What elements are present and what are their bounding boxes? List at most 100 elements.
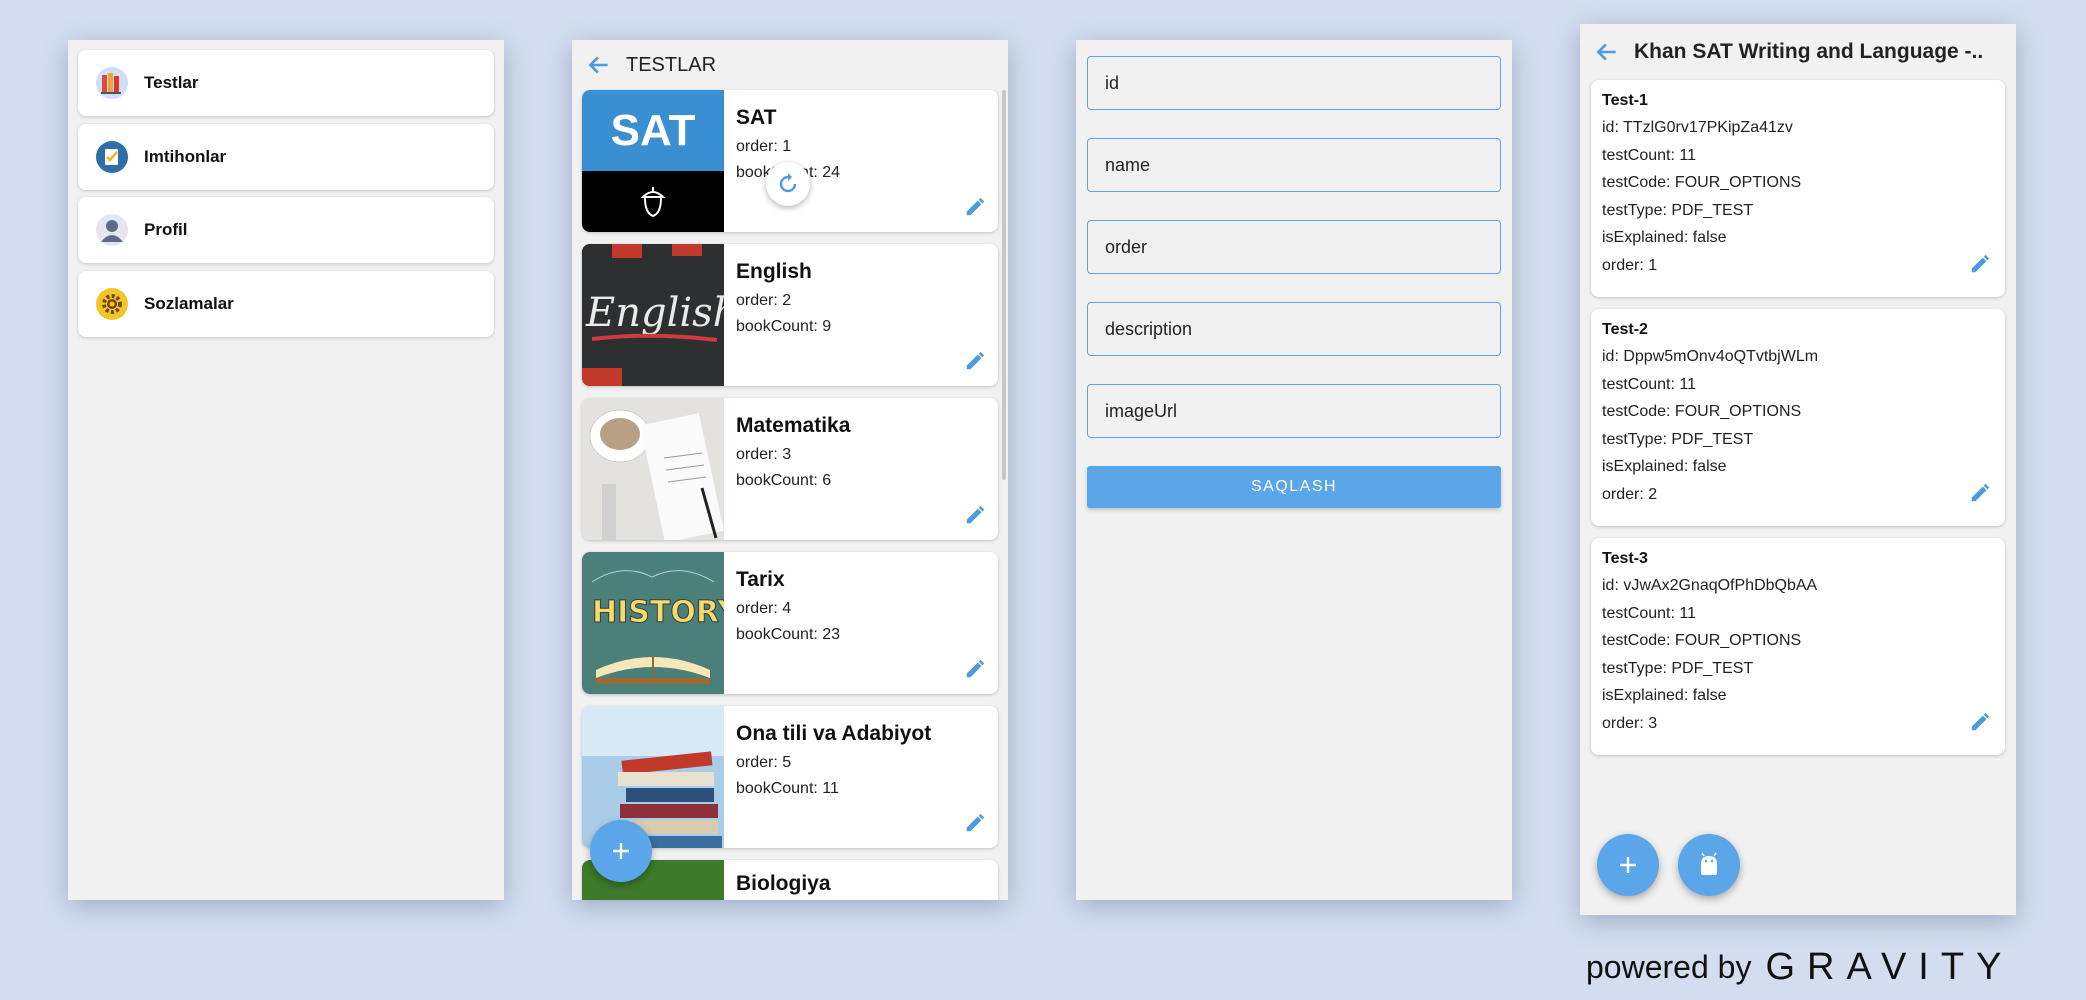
card-image: SAT — [582, 90, 724, 232]
category-card[interactable]: SAT SAT order: 1 bookCount: 24 — [582, 90, 998, 232]
testlar-screen: TESTLAR SAT SAT order: 1 bookCount: 24 — [572, 40, 1008, 900]
card-title: English — [736, 260, 812, 283]
svg-text:HISTORY: HISTORY — [592, 595, 724, 630]
test-order: order: 2 — [1602, 485, 1658, 503]
edit-pencil-icon[interactable] — [1969, 482, 1991, 504]
test-code: testCode: FOUR_OPTIONS — [1602, 403, 1802, 420]
menu-item-profil[interactable]: Profil — [78, 197, 494, 263]
test-card[interactable]: Test-1 id: TTzlG0rv17PKipZa41zv testCoun… — [1591, 80, 2005, 297]
name-field[interactable] — [1087, 138, 1501, 192]
acorn-icon — [640, 186, 666, 217]
edit-pencil-icon[interactable] — [1969, 253, 1991, 275]
app-bar: Khan SAT Writing and Language -.. — [1580, 24, 2016, 80]
card-title: Biologiya — [736, 872, 831, 895]
card-image: HISTORY — [582, 552, 724, 694]
test-id: id: TTzlG0rv17PKipZa41zv — [1602, 119, 1793, 136]
test-type: testType: PDF_TEST — [1602, 201, 1754, 219]
powered-by-label: powered by — [1586, 949, 1752, 985]
description-field[interactable] — [1087, 302, 1501, 356]
category-card[interactable]: English English order: 2 bookCount: 9 — [582, 244, 998, 386]
menu-label: Profil — [144, 220, 188, 239]
back-arrow-icon[interactable] — [1594, 39, 1620, 65]
app-bar: TESTLAR — [572, 40, 1008, 90]
android-button[interactable] — [1678, 834, 1740, 896]
category-list: SAT SAT order: 1 bookCount: 24 Engli — [572, 90, 1008, 900]
test-name: Test-2 — [1602, 321, 1648, 338]
card-book-count: bookCount: 6 — [736, 472, 832, 489]
test-id: id: Dppw5mOnv4oQTvtbjWLm — [1602, 348, 1819, 365]
test-count: testCount: 11 — [1602, 604, 1696, 622]
sat-logo-text: SAT — [610, 105, 696, 155]
svg-text:English: English — [585, 290, 724, 336]
android-icon — [1701, 852, 1717, 875]
test-name: Test-1 — [1602, 92, 1648, 109]
page-title: TESTLAR — [626, 53, 717, 76]
category-card[interactable]: Ona tili va Adabiyot order: 5 bookCount:… — [582, 706, 998, 848]
test-code: testCode: FOUR_OPTIONS — [1602, 174, 1802, 191]
powered-by-branding: powered by GRAVITY — [1586, 946, 2013, 989]
category-card[interactable]: Matematika order: 3 bookCount: 6 — [582, 398, 998, 540]
test-order: order: 1 — [1602, 256, 1658, 274]
menu-list: Testlar Imtihonlar Profil Sozlamalar — [68, 40, 504, 354]
gear-icon — [96, 287, 128, 320]
test-explained: isExplained: false — [1602, 458, 1727, 475]
plus-icon — [1620, 857, 1636, 873]
card-order: order: 4 — [736, 600, 792, 617]
test-count: testCount: 11 — [1602, 146, 1696, 164]
add-category-form-screen: SAQLASH — [1076, 40, 1512, 900]
test-explained: isExplained: false — [1602, 229, 1727, 246]
test-explained: isExplained: false — [1602, 687, 1727, 704]
test-code: testCode: FOUR_OPTIONS — [1602, 632, 1802, 649]
menu-item-sozlamalar[interactable]: Sozlamalar — [78, 270, 494, 337]
order-field[interactable] — [1087, 220, 1501, 274]
edit-pencil-icon[interactable] — [1969, 711, 1991, 733]
test-id: id: vJwAx2GnaqOfPhDbQbAA — [1602, 577, 1818, 594]
card-book-count: bookCount: 23 — [736, 626, 841, 643]
edit-pencil-icon[interactable] — [964, 350, 986, 372]
card-image: English — [582, 244, 724, 386]
test-name: Test-3 — [1602, 550, 1648, 567]
category-form: SAQLASH — [1076, 40, 1512, 524]
books-icon — [96, 67, 128, 99]
card-order: order: 5 — [736, 754, 792, 771]
menu-screen: Testlar Imtihonlar Profil Sozlamalar — [68, 40, 504, 900]
edit-pencil-icon[interactable] — [964, 658, 986, 680]
card-title: SAT — [736, 106, 777, 129]
card-order: order: 1 — [736, 138, 792, 155]
test-count: testCount: 11 — [1602, 375, 1696, 393]
menu-label: Sozlamalar — [144, 293, 234, 313]
card-book-count: bookCount: 9 — [736, 318, 832, 335]
tests-screen: Khan SAT Writing and Language -.. Test-1… — [1580, 24, 2016, 915]
card-title: Tarix — [736, 568, 785, 591]
edit-pencil-icon[interactable] — [964, 504, 986, 526]
image-url-field[interactable] — [1087, 384, 1501, 438]
test-card[interactable]: Test-2 id: Dppw5mOnv4oQTvtbjWLm testCoun… — [1591, 309, 2005, 526]
id-field[interactable] — [1087, 56, 1501, 110]
edit-pencil-icon[interactable] — [964, 812, 986, 834]
test-card[interactable]: Test-3 id: vJwAx2GnaqOfPhDbQbAA testCoun… — [1591, 538, 2005, 755]
back-arrow-icon[interactable] — [586, 52, 612, 78]
card-order: order: 2 — [736, 292, 792, 309]
test-type: testType: PDF_TEST — [1602, 430, 1754, 448]
menu-item-imtihonlar[interactable]: Imtihonlar — [78, 123, 494, 190]
menu-item-testlar[interactable]: Testlar — [78, 50, 494, 116]
edit-pencil-icon[interactable] — [964, 196, 986, 218]
add-button[interactable] — [590, 820, 652, 882]
test-order: order: 3 — [1602, 714, 1658, 732]
card-book-count: bookCount: 11 — [736, 780, 839, 797]
test-list: Test-1 id: TTzlG0rv17PKipZa41zv testCoun… — [1580, 80, 2016, 755]
scrollbar[interactable] — [1002, 90, 1006, 480]
brand-logo-text: GRAVITY — [1765, 946, 2014, 988]
user-icon — [96, 214, 128, 246]
category-card[interactable]: HISTORY Tarix order: 4 bookCount: 23 — [582, 552, 998, 694]
add-test-button[interactable] — [1597, 834, 1659, 896]
menu-label: Imtihonlar — [144, 146, 227, 166]
card-image — [582, 398, 724, 540]
card-order: order: 3 — [736, 446, 792, 463]
menu-label: Testlar — [144, 73, 199, 92]
test-type: testType: PDF_TEST — [1602, 659, 1754, 677]
save-button[interactable]: SAQLASH — [1087, 466, 1501, 508]
card-title: Matematika — [736, 414, 851, 437]
card-title: Ona tili va Adabiyot — [736, 722, 932, 745]
checklist-icon — [96, 140, 128, 173]
